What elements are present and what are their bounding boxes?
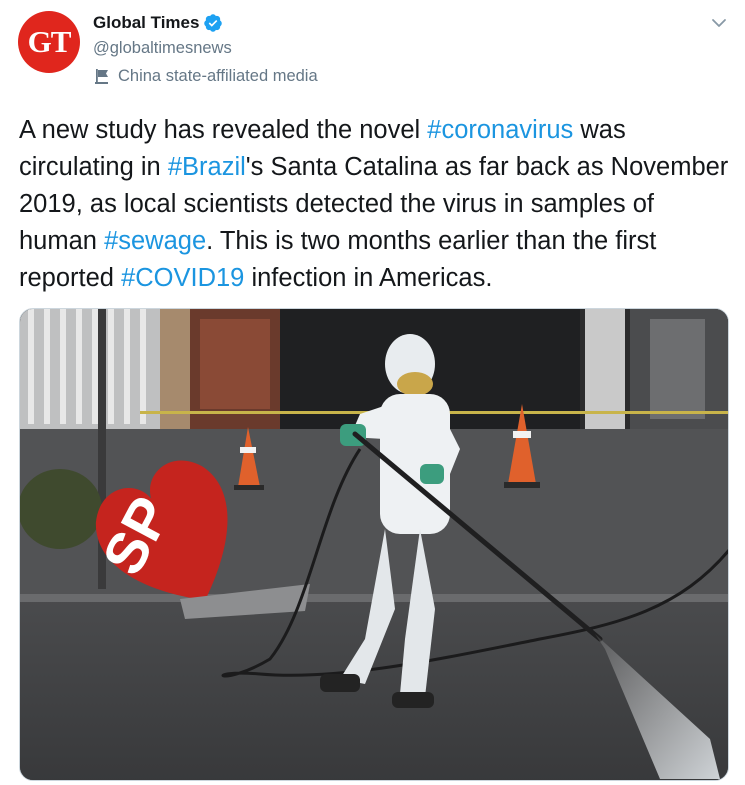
avatar-initials: GT (27, 24, 72, 59)
tweet-text-segment: infection in Americas. (244, 264, 493, 292)
verified-badge-icon (203, 13, 223, 33)
author-name[interactable]: Global Times (93, 12, 199, 34)
tweet-photo[interactable]: SP (19, 308, 729, 781)
tweet-text-segment: A new study has revealed the novel (19, 116, 428, 144)
state-media-label-text: China state-affiliated media (118, 67, 318, 85)
chevron-down-icon[interactable] (708, 12, 730, 34)
tweet-card: GT Global Times @globaltimesnews China s… (0, 0, 745, 785)
hashtag-link[interactable]: #coronavirus (427, 116, 573, 144)
flag-icon (93, 67, 111, 85)
author-handle[interactable]: @globaltimesnews (93, 37, 232, 59)
hashtag-link[interactable]: #sewage (104, 227, 206, 255)
hashtag-link[interactable]: #COVID19 (121, 264, 244, 292)
author-name-row[interactable]: Global Times (93, 12, 223, 34)
photo-illustration: SP (20, 309, 728, 780)
tweet-text: A new study has revealed the novel #coro… (19, 112, 735, 297)
state-media-label[interactable]: China state-affiliated media (93, 65, 318, 87)
hashtag-link[interactable]: #Brazil (168, 153, 246, 181)
avatar[interactable]: GT (18, 11, 80, 73)
